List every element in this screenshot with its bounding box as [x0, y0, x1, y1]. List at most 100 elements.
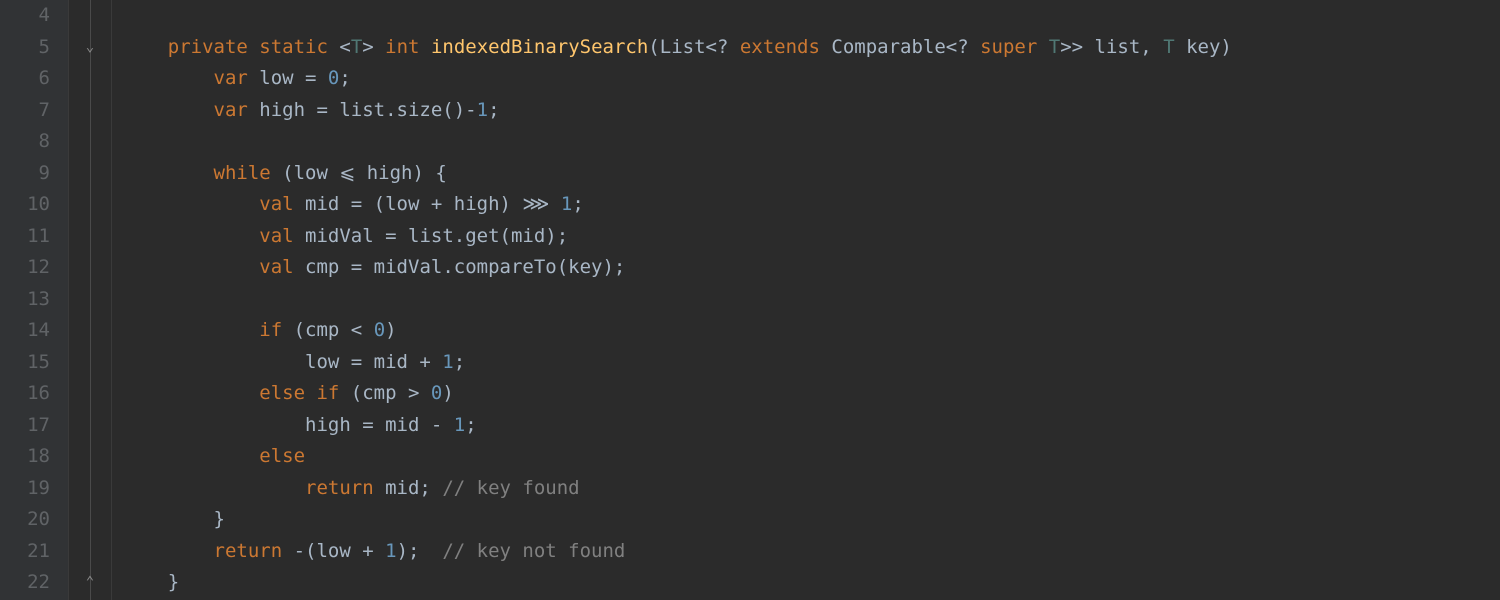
token	[420, 36, 431, 58]
token	[122, 382, 259, 404]
token: )	[442, 382, 453, 404]
line-number-gutter: 45678910111213141516171819202122	[0, 0, 68, 600]
token	[1175, 36, 1186, 58]
code-line[interactable]: low = mid + 1;	[122, 347, 1500, 379]
code-line[interactable]: while (low ⩽ high) {	[122, 158, 1500, 190]
token: -(low +	[282, 540, 385, 562]
token	[122, 540, 214, 562]
code-line[interactable]: private static <T> int indexedBinarySear…	[122, 32, 1500, 64]
token: // key found	[442, 477, 579, 499]
line-number: 9	[0, 158, 50, 190]
token: Comparable	[831, 36, 945, 58]
line-number: 15	[0, 347, 50, 379]
code-line[interactable]	[122, 284, 1500, 316]
code-line[interactable]: var low = 0;	[122, 63, 1500, 95]
code-line[interactable]: return mid; // key found	[122, 473, 1500, 505]
token	[122, 162, 214, 184]
code-line[interactable]: else	[122, 441, 1500, 473]
code-line[interactable]: }	[122, 504, 1500, 536]
token: T	[1163, 36, 1174, 58]
token: high) {	[355, 162, 447, 184]
code-line[interactable]	[122, 126, 1500, 158]
fold-open-icon[interactable]: ⌄	[83, 40, 97, 54]
token: 1	[442, 351, 453, 373]
code-line[interactable]: val midVal = list.get(mid);	[122, 221, 1500, 253]
token: (low	[271, 162, 340, 184]
token	[549, 193, 560, 215]
token: <?	[706, 36, 740, 58]
line-number: 7	[0, 95, 50, 127]
fold-guide-line	[90, 0, 91, 600]
token: <	[328, 36, 351, 58]
token: 0	[431, 382, 442, 404]
code-line[interactable]: var high = list.size()-1;	[122, 95, 1500, 127]
token: val	[259, 193, 293, 215]
token	[122, 319, 259, 341]
token: high = mid -	[122, 414, 454, 436]
token: ;	[488, 99, 499, 121]
token	[122, 36, 168, 58]
code-line[interactable]: }	[122, 567, 1500, 599]
token	[122, 99, 214, 121]
token: 0	[374, 319, 385, 341]
token: );	[397, 540, 443, 562]
line-number: 17	[0, 410, 50, 442]
token: <?	[946, 36, 980, 58]
token: cmp = midVal.compareTo(key);	[294, 256, 626, 278]
code-line[interactable]: val mid = (low + high) ⋙ 1;	[122, 189, 1500, 221]
code-editor[interactable]: 45678910111213141516171819202122 ⌄ ⌃ pri…	[0, 0, 1500, 600]
token: T	[1049, 36, 1060, 58]
token: mid;	[374, 477, 443, 499]
token: )	[385, 319, 396, 341]
fold-column[interactable]: ⌄ ⌃	[68, 0, 112, 600]
token: >	[362, 36, 385, 58]
token	[122, 67, 214, 89]
token	[122, 193, 259, 215]
token	[122, 477, 305, 499]
code-line[interactable]: else if (cmp > 0)	[122, 378, 1500, 410]
fold-close-icon[interactable]: ⌃	[83, 575, 97, 589]
token: val	[259, 225, 293, 247]
code-line[interactable]: return -(low + 1); // key not found	[122, 536, 1500, 568]
token: 1	[385, 540, 396, 562]
token: val	[259, 256, 293, 278]
token: low = mid +	[122, 351, 442, 373]
token: var	[214, 67, 248, 89]
token: ;	[465, 414, 476, 436]
token: ;	[572, 193, 583, 215]
token: (cmp >	[339, 382, 431, 404]
token: int	[385, 36, 419, 58]
line-number: 20	[0, 504, 50, 536]
token: while	[214, 162, 271, 184]
line-number: 13	[0, 284, 50, 316]
token	[122, 225, 259, 247]
token: ;	[454, 351, 465, 373]
token: // key not found	[442, 540, 625, 562]
token: low =	[248, 67, 328, 89]
line-number: 5	[0, 32, 50, 64]
line-number: 22	[0, 567, 50, 599]
token: return	[214, 540, 283, 562]
code-line[interactable]: if (cmp < 0)	[122, 315, 1500, 347]
token: List	[660, 36, 706, 58]
code-line[interactable]	[122, 0, 1500, 32]
code-line[interactable]: val cmp = midVal.compareTo(key);	[122, 252, 1500, 284]
token: ,	[1140, 36, 1163, 58]
token	[122, 256, 259, 278]
line-number: 18	[0, 441, 50, 473]
token: }	[122, 571, 179, 593]
line-number: 6	[0, 63, 50, 95]
code-area[interactable]: private static <T> int indexedBinarySear…	[112, 0, 1500, 600]
code-line[interactable]: high = mid - 1;	[122, 410, 1500, 442]
token: 1	[477, 99, 488, 121]
token	[248, 36, 259, 58]
token: super	[980, 36, 1037, 58]
token: list	[1095, 36, 1141, 58]
token: >>	[1060, 36, 1094, 58]
token: T	[351, 36, 362, 58]
token: 1	[454, 414, 465, 436]
token: )	[1220, 36, 1243, 58]
token: indexedBinarySearch	[431, 36, 648, 58]
line-number: 21	[0, 536, 50, 568]
token: 0	[328, 67, 339, 89]
